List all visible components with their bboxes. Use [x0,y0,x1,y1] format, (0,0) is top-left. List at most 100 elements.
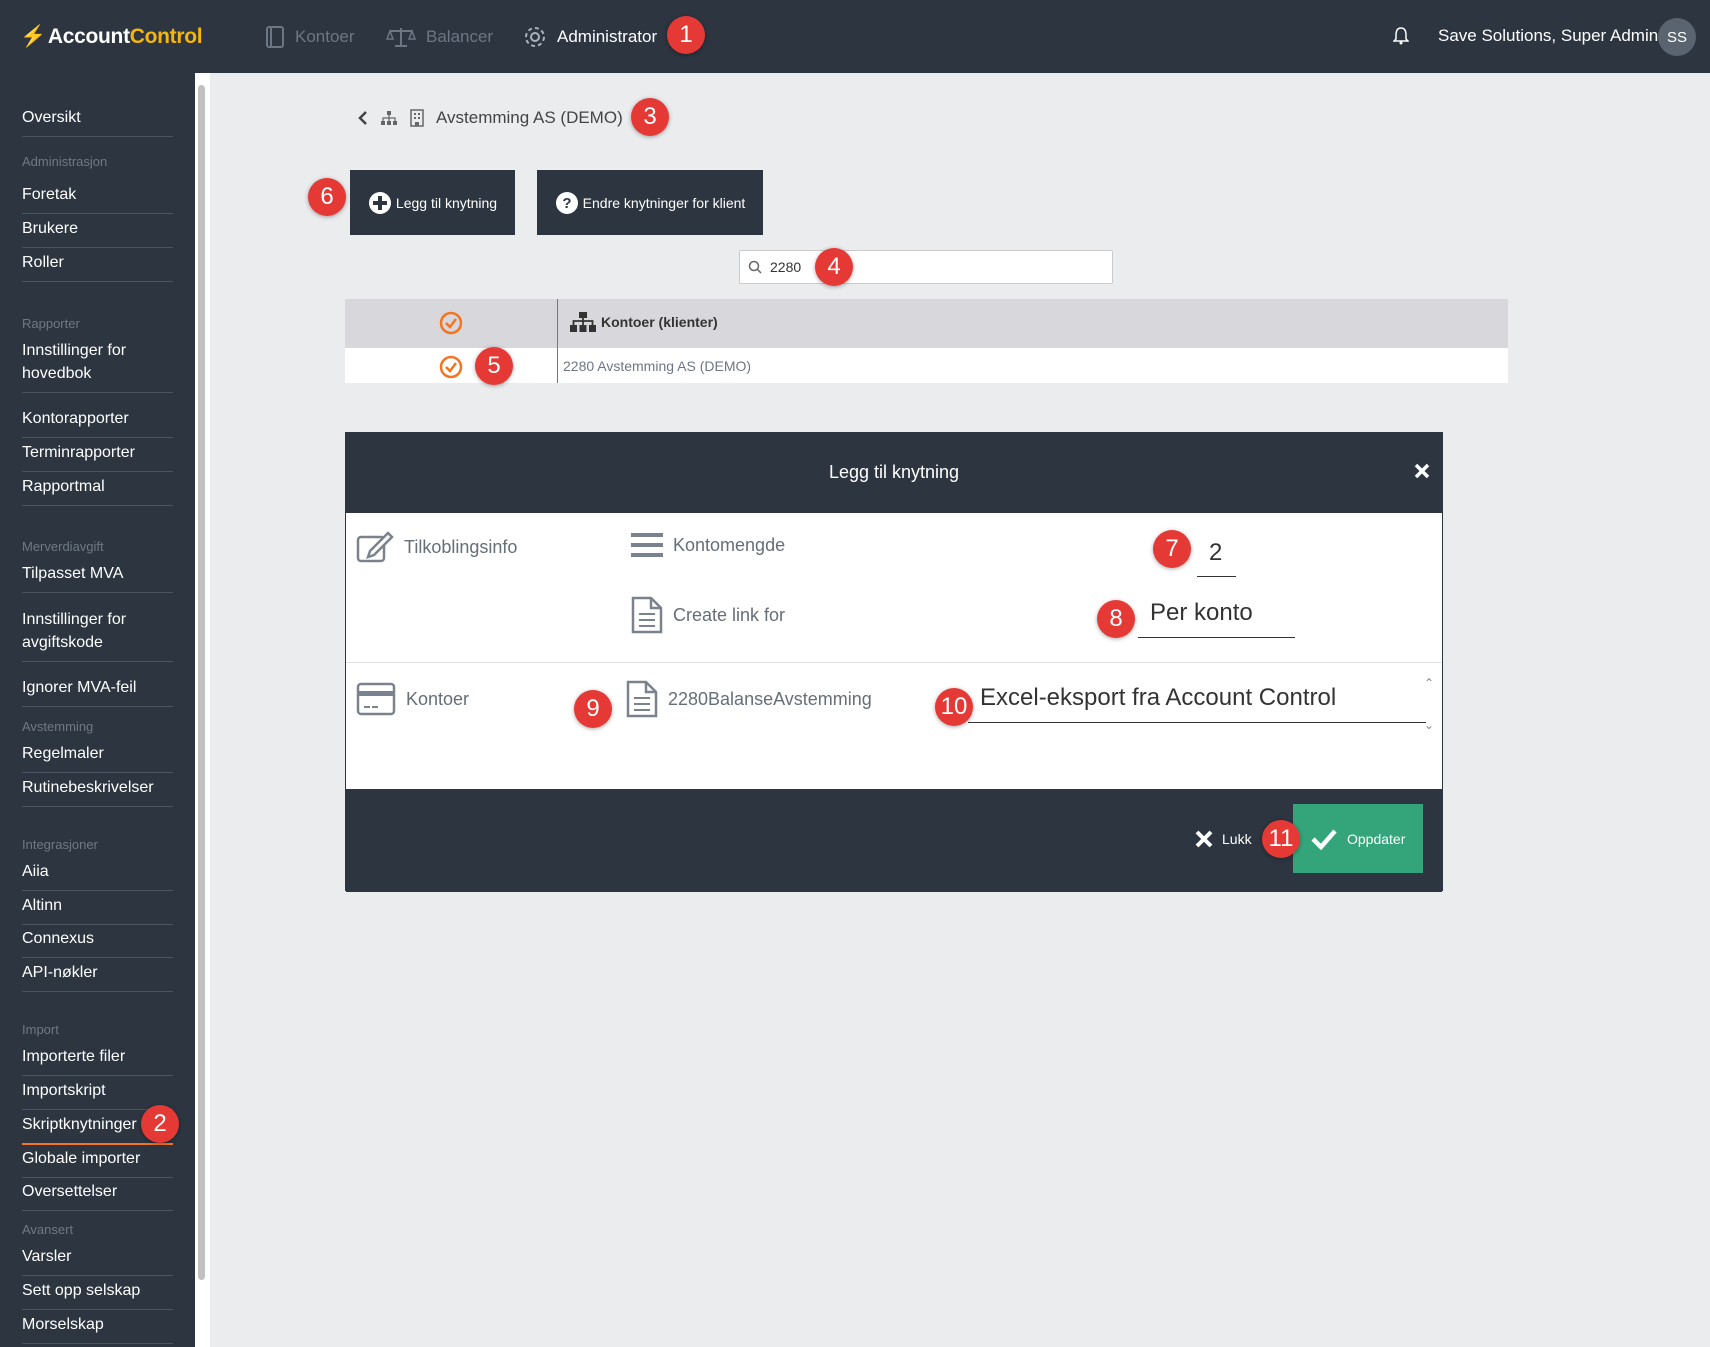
sidebar-item-ignorer-mva-feil[interactable]: Ignorer MVA-feil [22,676,173,707]
sidebar-item-morselskap[interactable]: Morselskap [22,1313,173,1344]
checkmark-icon [1311,829,1337,850]
sidebar-item-aiia[interactable]: Aiia [22,860,173,891]
sidebar: Oversikt Administrasjon Foretak Brukere Roll… [0,73,195,1347]
sidebar-item-api-nøkler[interactable]: API-nøkler [22,961,173,992]
sidebar-item-globale-importer[interactable]: Globale importer [22,1147,173,1178]
sidebar-item-innstillinger-for-hovedbok[interactable]: Innstillinger for hovedbok [22,339,173,393]
close-button[interactable]: Lukk [1194,829,1252,849]
create-link-text: Create link for [673,604,786,625]
kontomengde-label: Kontomengde [631,531,785,559]
nav-kontoer[interactable]: Kontoer [265,22,355,52]
avatar[interactable]: SS [1658,18,1696,56]
account-name-text: 2280BalanseAvstemming [668,688,872,709]
create-link-field[interactable]: Per konto [1138,599,1295,638]
grid-header: Kontoer (klienter) [345,299,1508,348]
scroll-down-icon[interactable]: ⌄ [1424,718,1434,732]
sidebar-item-tilpasset-mva[interactable]: Tilpasset MVA [22,562,173,593]
nav-administrator[interactable]: Administrator [523,22,657,52]
sidebar-item-altinn[interactable]: Altinn [22,894,173,925]
row-check-icon[interactable] [439,355,463,379]
sidebar-item-oversikt[interactable]: Oversikt [22,106,173,137]
building-icon [410,109,424,127]
logo-text-control: Control [129,25,203,48]
search-input[interactable]: 2280 [739,250,1113,284]
app-logo[interactable]: ⚡AccountControl [20,25,203,49]
document-icon [626,680,658,718]
kontomengde-text: Kontomengde [673,534,786,555]
sidebar-item-rapportmal[interactable]: Rapportmal [22,475,173,506]
sidebar-item-importerte-filer[interactable]: Importerte filer [22,1045,173,1076]
sidebar-item-regelmaler[interactable]: Regelmaler [22,742,173,773]
marker-badge: 3 [631,98,669,136]
tilkoblingsinfo-text: Tilkoblingsinfo [404,536,518,557]
nav-balancer[interactable]: Balancer [386,22,493,52]
nav-balancer-label: Balancer [426,27,494,46]
plus-circle-icon [368,191,391,214]
sidebar-item-terminrapporter[interactable]: Terminrapporter [22,441,173,472]
edit-icon [356,531,394,563]
close-label: Lukk [1222,831,1252,847]
add-link-button[interactable]: Legg til knytning [350,170,515,235]
sidebar-item-foretak[interactable]: Foretak [22,183,173,214]
hierarchy-icon[interactable] [380,110,398,126]
modal-header: Legg til knytning [346,433,1442,513]
account-name-label: 2280BalanseAvstemming [626,680,872,718]
sidebar-item-brukere[interactable]: Brukere [22,217,173,248]
sidebar-item-roller[interactable]: Roller [22,251,173,282]
sidebar-item-importskript[interactable]: Importskript [22,1079,173,1110]
bolt-icon: ⚡ [20,25,46,48]
sidebar-group-title: Avansert [22,1222,74,1237]
sidebar-item-kontorapporter[interactable]: Kontorapporter [22,407,173,438]
sidebar-item-innstillinger-for-avgiftskode[interactable]: Innstillinger for avgiftskode [22,608,173,662]
breadcrumb: Avstemming AS (DEMO) [358,108,623,128]
change-links-button[interactable]: ? Endre knytninger for klient [537,170,763,235]
marker-badge: 10 [935,688,973,726]
sidebar-group-title: Rapporter [22,316,80,331]
update-label: Oppdater [1347,830,1406,847]
top-bar: ⚡AccountControl Kontoer Balancer Adminis… [0,0,1710,73]
change-links-label: Endre knytninger for klient [582,194,746,211]
update-button[interactable]: Oppdater [1293,804,1423,873]
sidebar-group-title: Administrasjon [22,154,108,169]
select-all-check-icon[interactable] [439,311,463,335]
sidebar-item-rutinebeskrivelser[interactable]: Rutinebeskrivelser [22,776,173,807]
marker-badge: 2 [141,1105,179,1143]
gear-icon [525,27,545,47]
column-divider [557,348,558,383]
marker-badge: 4 [815,248,853,286]
sidebar-item-sett-opp-selskap[interactable]: Sett opp selskap [22,1279,173,1310]
close-icon[interactable] [1414,463,1430,479]
sidebar-group-title: Import [22,1022,59,1037]
sidebar-item-oversettelser[interactable]: Oversettelser [22,1180,173,1211]
search-value: 2280 [770,259,802,275]
sidebar-group-title: Avstemming [22,719,94,734]
close-icon [1195,830,1213,848]
marker-badge: 11 [1262,820,1300,858]
marker-badge: 9 [574,690,612,728]
scroll-up-icon[interactable]: ⌃ [1424,676,1434,690]
script-select[interactable]: Excel-eksport fra Account Control [968,684,1426,723]
svg-text:?: ? [562,195,571,212]
table-row[interactable]: 2280 Avstemming AS (DEMO) [345,348,1508,383]
scale-icon [386,28,416,47]
marker-badge: 6 [308,178,346,216]
back-chevron-icon[interactable] [358,110,368,126]
search-icon [748,260,762,274]
sidebar-scroll-thumb[interactable] [198,85,205,1280]
sidebar-item-connexus[interactable]: Connexus [22,927,173,958]
row-account-text: 2280 Avstemming AS (DEMO) [563,358,752,374]
company-name: Avstemming AS (DEMO) [436,108,623,127]
column-header-kontoer[interactable]: Kontoer (klienter) [569,311,718,333]
marker-badge: 1 [667,16,705,54]
sidebar-scrollbar[interactable] [195,73,210,1347]
column-header-label: Kontoer (klienter) [601,314,718,330]
kontomengde-field[interactable]: 2 [1197,539,1236,577]
marker-badge: 7 [1153,530,1191,568]
user-name[interactable]: Save Solutions, Super Admin [1438,26,1658,46]
list-lines-icon [631,533,663,557]
sidebar-item-varsler[interactable]: Varsler [22,1245,173,1276]
bell-icon[interactable] [1393,27,1409,45]
connection-info-section: Tilkoblingsinfo Kontomengde 2 Create lin… [346,513,1442,663]
document-icon [631,596,663,634]
hierarchy-icon [570,312,596,332]
